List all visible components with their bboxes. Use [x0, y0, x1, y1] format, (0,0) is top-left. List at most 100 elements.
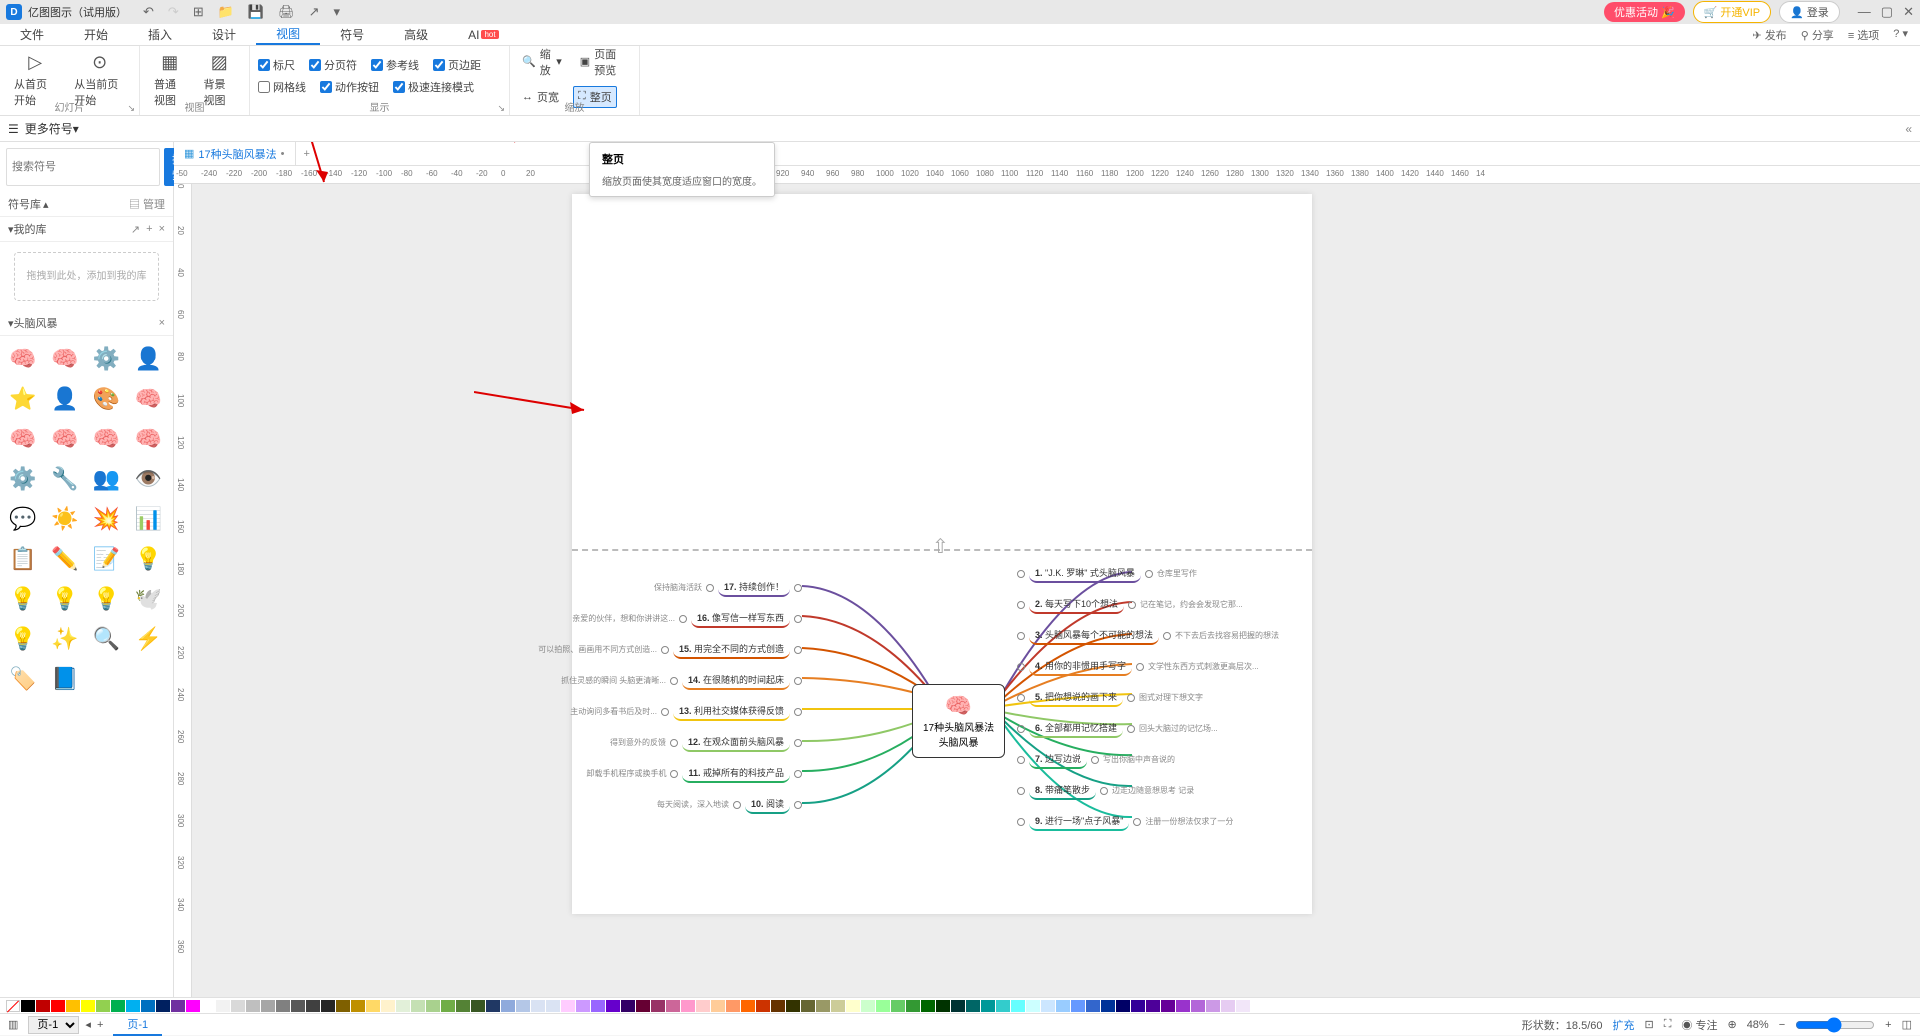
zoom-button[interactable]: 🔍缩放▾ — [518, 44, 566, 80]
color-swatch[interactable] — [816, 1000, 830, 1012]
symbol-item[interactable]: ⚙️ — [90, 342, 124, 376]
close-lib-icon[interactable]: × — [159, 223, 165, 236]
color-swatch[interactable] — [966, 1000, 980, 1012]
actionbtn-checkbox[interactable]: 动作按钮 — [320, 79, 379, 95]
color-swatch[interactable] — [861, 1000, 875, 1012]
prev-page-icon[interactable]: ◂ — [85, 1018, 91, 1031]
color-swatch[interactable] — [1131, 1000, 1145, 1012]
color-swatch[interactable] — [891, 1000, 905, 1012]
mindmap-node[interactable]: 4. 用你的非惯用手写字文学性东西方式刺激更高层次... — [1017, 657, 1259, 676]
color-swatch[interactable] — [501, 1000, 515, 1012]
color-swatch[interactable] — [831, 1000, 845, 1012]
symbol-item[interactable]: 🕊️ — [131, 582, 165, 616]
color-swatch[interactable] — [351, 1000, 365, 1012]
share-button[interactable]: ⚲ 分享 — [1801, 27, 1834, 43]
add-page-icon[interactable]: + — [97, 1019, 103, 1031]
color-swatch[interactable] — [591, 1000, 605, 1012]
promo-button[interactable]: 优惠活动🎉 — [1604, 2, 1685, 22]
color-swatch[interactable] — [786, 1000, 800, 1012]
symbol-item[interactable]: 🧠 — [90, 422, 124, 456]
options-button[interactable]: ≡ 选项 — [1848, 27, 1879, 43]
publish-button[interactable]: ✈ 发布 — [1752, 27, 1786, 43]
guides-checkbox[interactable]: 参考线 — [371, 57, 419, 73]
menu-ai[interactable]: AIhot — [448, 24, 518, 45]
export-lib-icon[interactable]: ↗ — [131, 223, 140, 236]
page-width-button[interactable]: ↔页宽 — [518, 86, 563, 108]
fastconnect-checkbox[interactable]: 极速连接模式 — [393, 79, 474, 95]
symbol-item[interactable]: 💡 — [6, 622, 40, 656]
color-swatch[interactable] — [1026, 1000, 1040, 1012]
color-swatch[interactable] — [696, 1000, 710, 1012]
color-swatch[interactable] — [66, 1000, 80, 1012]
symbol-item[interactable]: ⚡ — [131, 622, 165, 656]
color-swatch[interactable] — [396, 1000, 410, 1012]
symbol-item[interactable]: 🏷️ — [6, 662, 40, 696]
symbol-item[interactable]: 🧠 — [48, 342, 82, 376]
symbol-item[interactable]: 👤 — [131, 342, 165, 376]
color-swatch[interactable] — [1221, 1000, 1235, 1012]
fullscreen-icon[interactable]: ⛶ — [1664, 1018, 1672, 1031]
color-swatch[interactable] — [756, 1000, 770, 1012]
preview-button[interactable]: ▣页面预览 — [576, 44, 631, 80]
mindmap-node[interactable]: 8. 带痛笔散步边走边随意想思考 记录 — [1017, 781, 1194, 800]
login-button[interactable]: 👤登录 — [1779, 1, 1840, 23]
margin-checkbox[interactable]: 页边距 — [433, 57, 481, 73]
nav-icon[interactable]: ⊡ — [1644, 1018, 1653, 1031]
menu-file[interactable]: 文件 — [0, 24, 64, 45]
page[interactable]: ⇧ — [572, 194, 1312, 914]
help-icon[interactable]: ? ▾ — [1893, 27, 1908, 43]
zoom-in-icon[interactable]: + — [1885, 1019, 1891, 1031]
color-swatch[interactable] — [936, 1000, 950, 1012]
mindmap-node[interactable]: 5. 把你想说的画下来图式对理下想文字 — [1017, 688, 1203, 707]
more-icon[interactable]: ▾ — [334, 4, 341, 20]
menu-advanced[interactable]: 高级 — [384, 24, 448, 45]
zoom-slider[interactable] — [1795, 1017, 1875, 1033]
color-swatch[interactable] — [666, 1000, 680, 1012]
mindmap-node[interactable]: 主动询问多看书后及时...13. 利用社交媒体获得反馈 — [570, 702, 802, 721]
canvas[interactable]: ⇧ — [192, 184, 1920, 997]
color-swatch[interactable] — [1236, 1000, 1250, 1012]
color-swatch[interactable] — [231, 1000, 245, 1012]
menu-insert[interactable]: 插入 — [128, 24, 192, 45]
color-swatch[interactable] — [801, 1000, 815, 1012]
symbol-item[interactable]: 📘 — [48, 662, 82, 696]
color-swatch[interactable] — [381, 1000, 395, 1012]
symbol-item[interactable]: 💥 — [90, 502, 124, 536]
color-swatch[interactable] — [741, 1000, 755, 1012]
color-swatch[interactable] — [621, 1000, 635, 1012]
color-swatch[interactable] — [216, 1000, 230, 1012]
color-swatch[interactable] — [996, 1000, 1010, 1012]
page-select[interactable]: 页-1 — [28, 1016, 79, 1034]
export-icon[interactable]: ↗ — [309, 4, 320, 20]
symbol-item[interactable]: 🧠 — [6, 342, 40, 376]
color-swatch[interactable] — [906, 1000, 920, 1012]
color-swatch[interactable] — [516, 1000, 530, 1012]
symbol-item[interactable]: 🧠 — [6, 422, 40, 456]
color-swatch[interactable] — [561, 1000, 575, 1012]
pages-icon[interactable]: ▥ — [8, 1018, 18, 1031]
color-swatch[interactable] — [336, 1000, 350, 1012]
color-swatch[interactable] — [366, 1000, 380, 1012]
more-symbols-label[interactable]: 更多符号 — [25, 120, 73, 137]
color-swatch[interactable] — [681, 1000, 695, 1012]
symbol-item[interactable]: 📊 — [131, 502, 165, 536]
maximize-icon[interactable]: ▢ — [1881, 4, 1893, 20]
symbol-item[interactable]: ☀️ — [48, 502, 82, 536]
color-swatch[interactable] — [1191, 1000, 1205, 1012]
symbol-item[interactable]: 📋 — [6, 542, 40, 576]
focus-button[interactable]: ◉ 专注 — [1681, 1017, 1717, 1033]
manage-link[interactable]: ▤ 管理 — [129, 196, 165, 212]
mindmap-center[interactable]: 🧠 17种头脑风暴法 头脑风暴 — [912, 684, 1005, 758]
symbol-item[interactable]: ✨ — [48, 622, 82, 656]
color-swatch[interactable] — [1176, 1000, 1190, 1012]
file-tab[interactable]: ▦ 17种头脑风暴法 • — [174, 142, 296, 165]
color-swatch[interactable] — [141, 1000, 155, 1012]
color-swatch[interactable] — [111, 1000, 125, 1012]
new-icon[interactable]: ⊞ — [193, 4, 204, 20]
symbol-item[interactable]: 👁️ — [131, 462, 165, 496]
mindmap-node[interactable]: 可以拍照、画画用不同方式创造...15. 用完全不同的方式创造 — [538, 640, 802, 659]
color-swatch[interactable] — [321, 1000, 335, 1012]
mindmap-node[interactable]: 保持脑海活跃17. 持续创作！ — [654, 578, 802, 597]
symbol-item[interactable]: ✏️ — [48, 542, 82, 576]
symbol-item[interactable]: 📝 — [90, 542, 124, 576]
